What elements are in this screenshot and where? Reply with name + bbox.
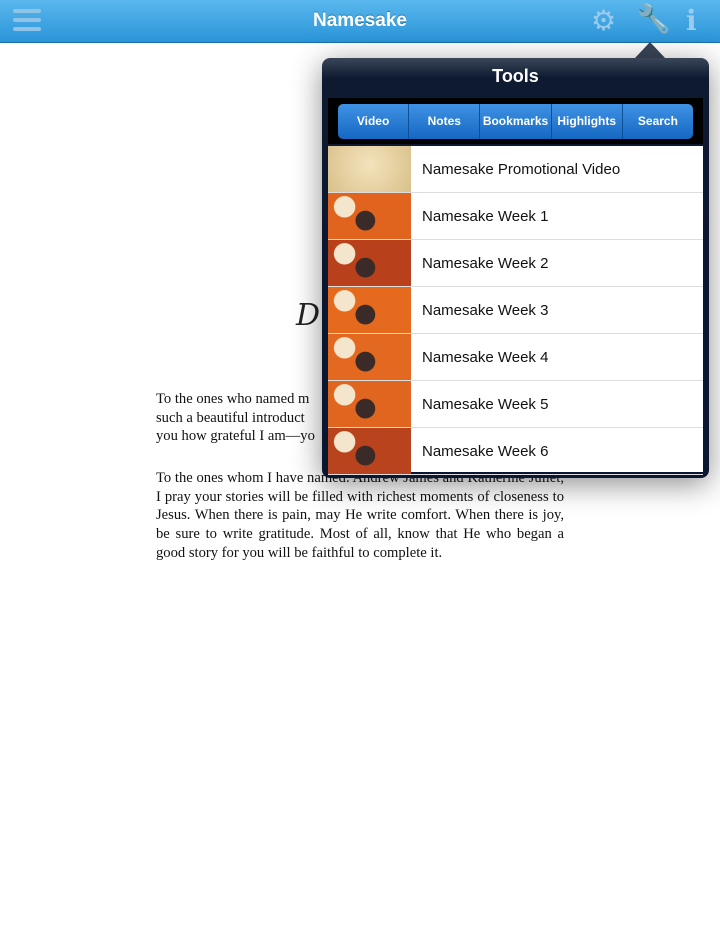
popover-arrow [634, 42, 666, 59]
tab-video[interactable]: Video [338, 104, 410, 139]
video-title: Namesake Week 3 [422, 301, 549, 319]
info-icon[interactable]: i [686, 6, 697, 36]
tab-highlights[interactable]: Highlights [552, 104, 623, 139]
video-list-item[interactable]: Namesake Promotional Video [328, 146, 703, 193]
video-title: Namesake Week 5 [422, 395, 549, 413]
popover-title: Tools [492, 66, 539, 86]
video-thumbnail [328, 193, 411, 239]
video-thumbnail [328, 287, 411, 333]
wrench-icon[interactable]: 🔧 [636, 4, 671, 34]
tab-search[interactable]: Search [623, 104, 693, 139]
tab-bookmarks[interactable]: Bookmarks [480, 104, 552, 139]
video-thumbnail [328, 428, 411, 474]
dedication-heading: D [296, 298, 321, 333]
paragraph-2: To the ones whom I have named. Andrew Ja… [156, 470, 564, 561]
video-thumbnail [328, 146, 411, 192]
video-thumbnail [328, 240, 411, 286]
video-list-item[interactable]: Namesake Week 6 [328, 428, 703, 475]
tools-segmented-control: Video Notes Bookmarks Highlights Search [338, 104, 693, 139]
video-list-item[interactable]: Namesake Week 5 [328, 381, 703, 428]
nav-bar: Namesake ⚙ 🔧 i [0, 0, 720, 43]
video-title: Namesake Week 4 [422, 348, 549, 366]
tab-notes[interactable]: Notes [409, 104, 481, 139]
video-thumbnail [328, 334, 411, 380]
video-title: Namesake Week 1 [422, 207, 549, 225]
video-title: Namesake Promotional Video [422, 160, 621, 178]
video-title: Namesake Week 6 [422, 442, 549, 460]
video-list: Namesake Promotional Video Namesake Week … [328, 146, 703, 475]
gear-icon[interactable]: ⚙ [591, 6, 616, 36]
tools-popover: Tools Video Notes Bookmarks Highlights S… [322, 58, 709, 478]
video-list-item[interactable]: Namesake Week 2 [328, 240, 703, 287]
video-list-item[interactable]: Namesake Week 4 [328, 334, 703, 381]
video-list-item[interactable]: Namesake Week 3 [328, 287, 703, 334]
video-title: Namesake Week 2 [422, 254, 549, 272]
video-thumbnail [328, 381, 411, 427]
video-list-item[interactable]: Namesake Week 1 [328, 193, 703, 240]
